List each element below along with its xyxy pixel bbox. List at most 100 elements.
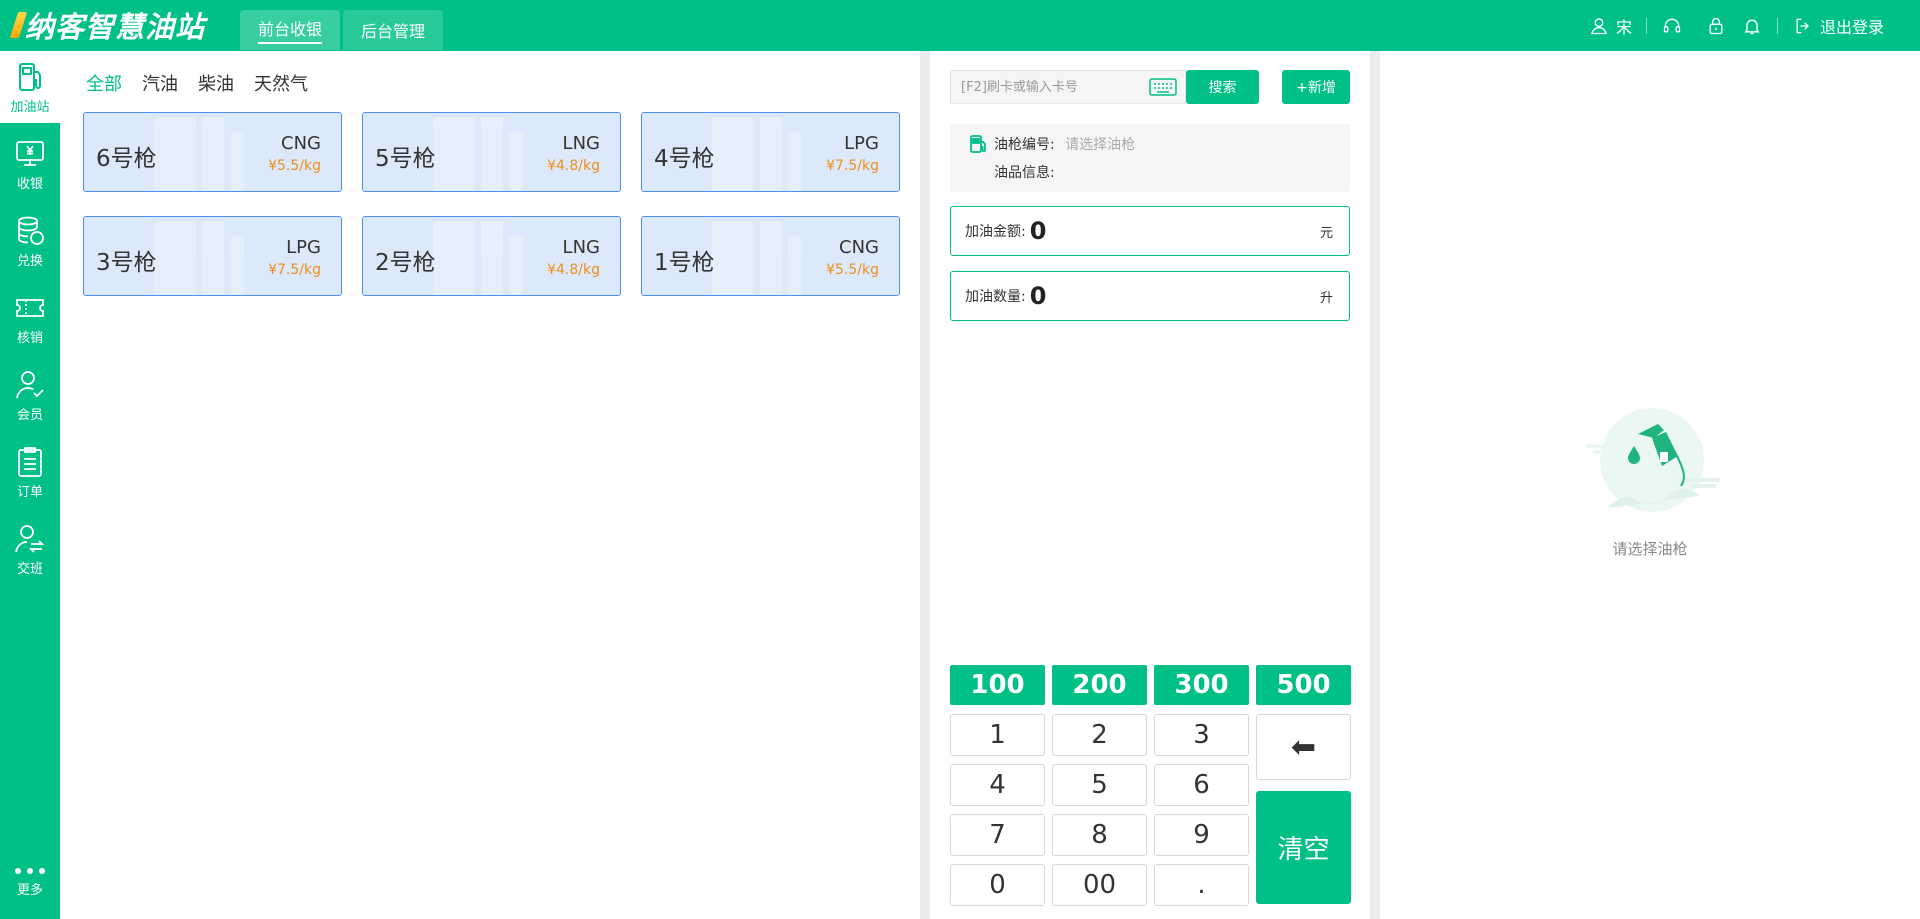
gun-card[interactable]: 5号枪 LNG ¥4.8/kg [362, 112, 621, 192]
keypad-key-4[interactable]: 4 [950, 764, 1045, 806]
gun-fuel-type: CNG [839, 237, 879, 258]
fuel-pump-watermark-icon [433, 117, 523, 191]
user-menu[interactable]: 宋 [1588, 14, 1632, 38]
logout-button[interactable]: 退出登录 [1792, 14, 1884, 38]
user-name: 宋 [1615, 17, 1632, 37]
gun-name: 1号枪 [654, 250, 715, 276]
search-button[interactable]: 搜索 [1186, 70, 1259, 104]
oil-info-row: 油品信息: [994, 162, 1055, 182]
keypad-key-8[interactable]: 8 [1052, 814, 1147, 856]
filter-natural-gas[interactable]: 天然气 [254, 70, 308, 96]
quick-amount-500[interactable]: 500 [1256, 665, 1351, 705]
tab-backend-management-label: 后台管理 [360, 22, 425, 41]
keypad-key-2[interactable]: 2 [1052, 714, 1147, 756]
user-icon [1588, 15, 1610, 37]
fuel-pump-watermark-icon [154, 221, 244, 295]
sidebar-item-label: 核销 [16, 330, 43, 346]
sidebar-more-label: 更多 [16, 882, 43, 898]
order-clipboard-icon [18, 446, 42, 477]
keypad-key-3[interactable]: 3 [1154, 714, 1249, 756]
empty-state-text: 请选择油枪 [1612, 540, 1688, 558]
keypad-key-6[interactable]: 6 [1154, 764, 1249, 806]
sidebar-item-writeoff[interactable]: 核销 [0, 282, 60, 354]
member-icon [16, 370, 44, 398]
sidebar-item-order[interactable]: 订单 [0, 436, 60, 508]
cashier-monitor-icon [16, 140, 44, 166]
filter-diesel[interactable]: 柴油 [198, 70, 234, 96]
sidebar-item-exchange[interactable]: 兑换 [0, 205, 60, 277]
sidebar-item-label: 会员 [16, 407, 43, 423]
gun-fuel-type: LNG [562, 237, 600, 258]
tab-backend-management[interactable]: 后台管理 [343, 10, 443, 50]
gun-name: 4号枪 [654, 146, 715, 172]
gun-number-row: 油枪编号: 请选择油枪 [994, 134, 1135, 154]
keypad-key-dot[interactable]: . [1154, 864, 1249, 906]
sidebar-item-label: 加油站 [10, 99, 50, 115]
oil-info-label: 油品信息: [994, 165, 1055, 181]
backspace-button[interactable]: ⬅ [1256, 714, 1351, 780]
gun-price: ¥5.5/kg [268, 158, 321, 174]
keypad-key-1[interactable]: 1 [950, 714, 1045, 756]
sidebar-item-gas-station[interactable]: 加油站 [0, 51, 60, 123]
quick-amount-100[interactable]: 100 [950, 665, 1045, 705]
logo: 纳客智慧油站 [9, 6, 205, 44]
gun-name: 5号枪 [375, 146, 436, 172]
refuel-quantity-field[interactable]: 加油数量: 0 升 [950, 271, 1350, 321]
panel-divider [920, 51, 930, 919]
tab-front-cashier[interactable]: 前台收银 [240, 10, 340, 50]
gun-price: ¥4.8/kg [547, 262, 600, 278]
keypad-key-5[interactable]: 5 [1052, 764, 1147, 806]
filter-gasoline[interactable]: 汽油 [142, 70, 178, 96]
gun-info-box: 油枪编号: 请选择油枪 油品信息: [950, 124, 1350, 192]
quick-amount-300[interactable]: 300 [1154, 665, 1249, 705]
headset-icon[interactable] [1661, 15, 1683, 37]
add-new-button[interactable]: +新增 [1282, 70, 1350, 104]
filter-all[interactable]: 全部 [86, 70, 122, 96]
keyboard-icon[interactable] [1149, 77, 1177, 97]
fuel-pump-icon [19, 62, 41, 91]
fuel-type-filters: 全部 汽油 柴油 天然气 [86, 70, 308, 96]
gun-price: ¥4.8/kg [547, 158, 600, 174]
sidebar-item-shift[interactable]: 交班 [0, 513, 60, 585]
bell-icon[interactable] [1741, 15, 1763, 37]
keypad-key-9[interactable]: 9 [1154, 814, 1249, 856]
clear-button[interactable]: 清空 [1256, 791, 1351, 904]
logout-icon [1792, 15, 1814, 37]
refuel-quantity-unit: 升 [1319, 290, 1333, 306]
fuel-pump-watermark-icon [712, 221, 802, 295]
gun-card[interactable]: 2号枪 LNG ¥4.8/kg [362, 216, 621, 296]
fuel-pump-icon [970, 135, 986, 153]
sidebar-item-cashier[interactable]: 收银 [0, 128, 60, 200]
lock-icon[interactable] [1705, 15, 1727, 37]
refuel-amount-value: 0 [1029, 217, 1047, 245]
sidebar-item-label: 兑换 [16, 253, 43, 269]
gun-card[interactable]: 1号枪 CNG ¥5.5/kg [641, 216, 900, 296]
tab-front-cashier-label: 前台收银 [257, 16, 322, 44]
gun-price: ¥7.5/kg [268, 262, 321, 278]
fuel-pump-watermark-icon [433, 221, 523, 295]
logout-label: 退出登录 [1819, 17, 1884, 37]
sidebar-item-member[interactable]: 会员 [0, 359, 60, 431]
keypad-key-0[interactable]: 0 [950, 864, 1045, 906]
gun-card[interactable]: 3号枪 LPG ¥7.5/kg [83, 216, 342, 296]
gun-card[interactable]: 6号枪 CNG ¥5.5/kg [83, 112, 342, 192]
gun-number-label: 油枪编号: [994, 137, 1055, 153]
card-search-input[interactable] [951, 72, 1141, 102]
refuel-quantity-label: 加油数量: [965, 289, 1026, 305]
gun-card[interactable]: 4号枪 LPG ¥7.5/kg [641, 112, 900, 192]
gun-price: ¥7.5/kg [826, 158, 879, 174]
card-search-box [950, 70, 1186, 104]
top-bar: 纳客智慧油站 前台收银 后台管理 宋 退出登录 [0, 0, 1920, 51]
keypad-key-00[interactable]: 00 [1052, 864, 1147, 906]
sidebar-item-label: 收银 [16, 176, 43, 192]
keypad-key-7[interactable]: 7 [950, 814, 1045, 856]
gun-fuel-type: LPG [286, 237, 321, 258]
gun-number-placeholder: 请选择油枪 [1065, 137, 1136, 153]
sidebar-item-more[interactable]: 更多 [0, 851, 60, 911]
refuel-amount-field[interactable]: 加油金额: 0 元 [950, 206, 1350, 256]
refuel-amount-label: 加油金额: [965, 224, 1026, 240]
header-actions: 宋 退出登录 [1588, 0, 1884, 51]
quick-amount-200[interactable]: 200 [1052, 665, 1147, 705]
divider [1776, 17, 1778, 34]
ticket-icon [16, 298, 44, 317]
